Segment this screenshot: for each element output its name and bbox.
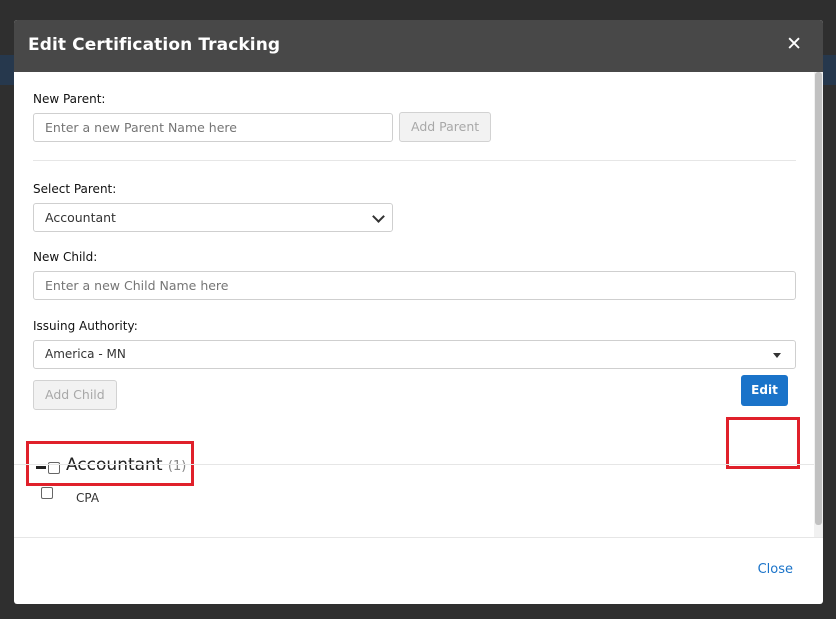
issuing-authority-select[interactable]: America - MN: [33, 340, 796, 369]
new-parent-label: New Parent:: [33, 92, 106, 106]
collapse-icon[interactable]: [36, 466, 46, 469]
add-child-button[interactable]: Add Child: [33, 380, 117, 410]
child-item-label: CPA: [76, 491, 100, 505]
tree-parent-count: (1): [167, 459, 187, 474]
modal-title: Edit Certification Tracking: [28, 35, 281, 55]
modal-scrollbar[interactable]: [814, 72, 823, 537]
issuing-authority-label: Issuing Authority:: [33, 319, 138, 333]
tree-parent-name: Accountant: [66, 455, 163, 475]
issuing-authority-value: America - MN: [45, 347, 126, 361]
new-parent-input[interactable]: [33, 113, 393, 142]
tree-parent-row: Accountant (1): [34, 450, 194, 486]
add-parent-button[interactable]: Add Parent: [399, 112, 492, 142]
new-child-label: New Child:: [33, 250, 98, 264]
caret-down-icon: [773, 353, 781, 358]
tree-parent-label: Accountant (1): [66, 455, 186, 475]
new-child-input[interactable]: [33, 271, 796, 300]
select-parent-label: Select Parent:: [33, 182, 117, 196]
modal-body: New Parent: Add Parent Select Parent: Ac…: [14, 72, 823, 537]
select-parent-dropdown[interactable]: Accountant: [33, 203, 393, 232]
chevron-down-icon: [372, 210, 385, 223]
close-link[interactable]: Close: [758, 562, 793, 577]
close-icon[interactable]: ✕: [786, 33, 802, 55]
edit-button-highlight: [726, 417, 800, 469]
child-checkbox[interactable]: [41, 487, 53, 499]
edit-button[interactable]: Edit: [741, 375, 788, 406]
edit-certification-modal: Edit Certification Tracking ✕ New Parent…: [14, 20, 823, 604]
section-divider: [33, 160, 796, 161]
tree-divider: [14, 464, 814, 465]
modal-footer: Close: [14, 537, 823, 604]
scrollbar-thumb[interactable]: [815, 72, 822, 525]
modal-header: Edit Certification Tracking ✕: [14, 20, 823, 72]
select-parent-value: Accountant: [45, 210, 116, 225]
